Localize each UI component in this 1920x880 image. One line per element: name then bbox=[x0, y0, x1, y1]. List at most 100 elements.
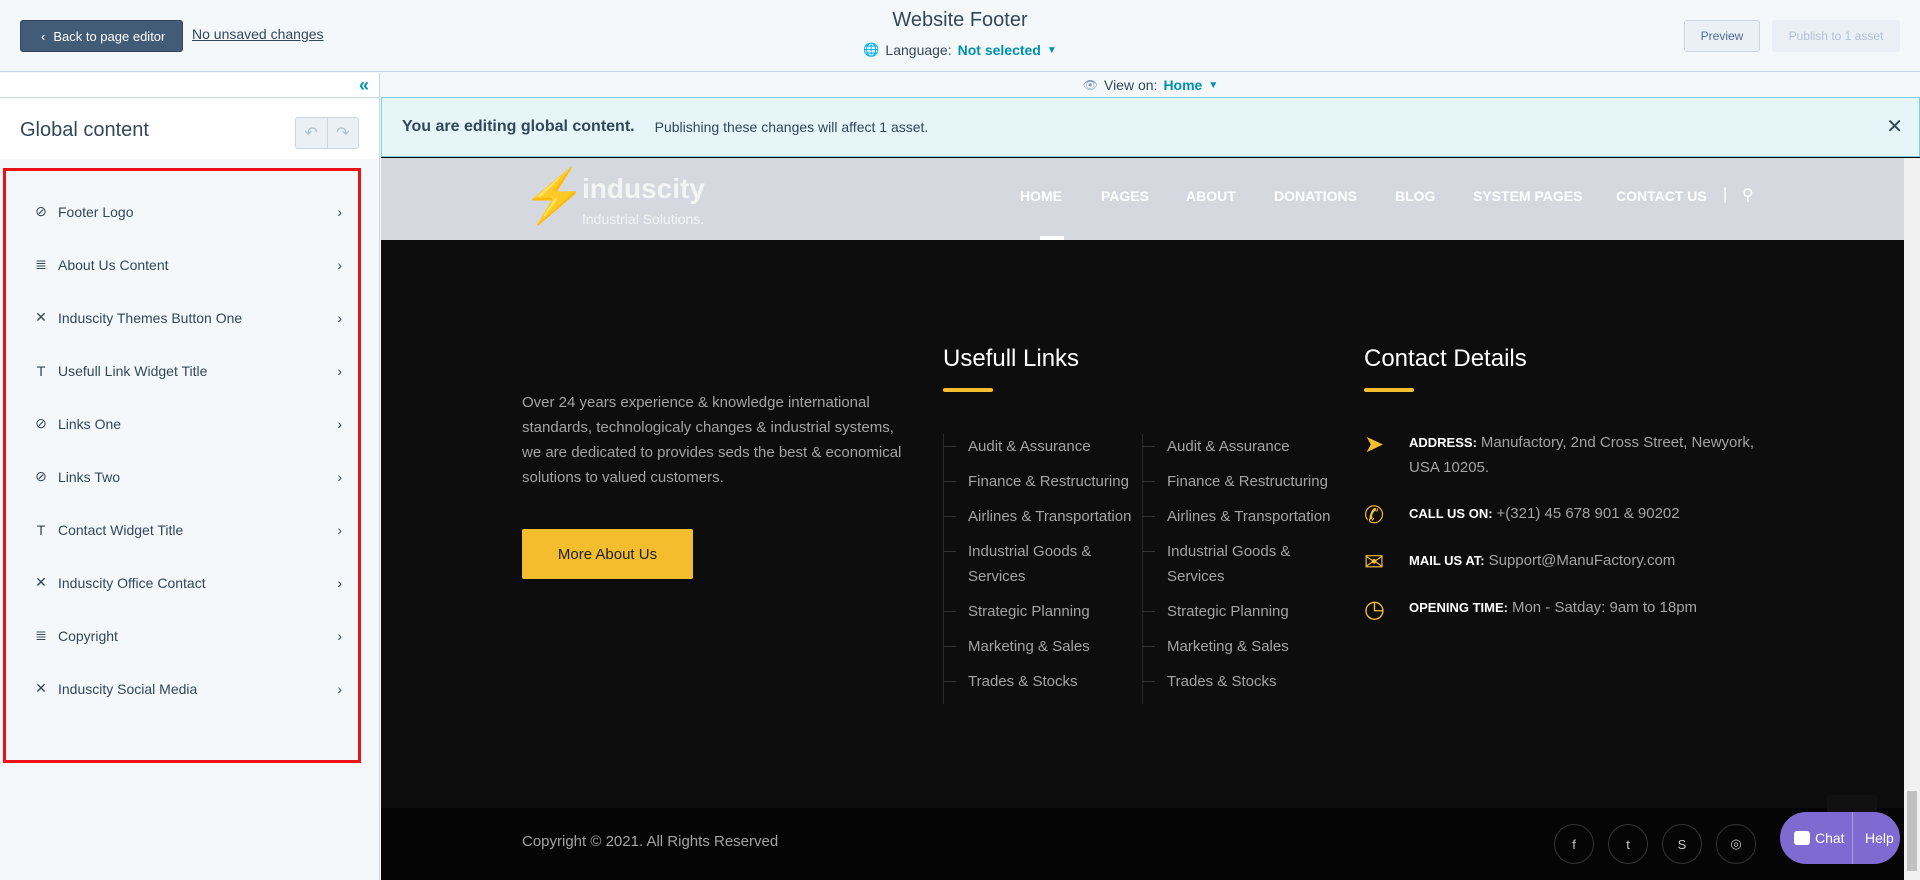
chat-button[interactable]: Chat bbox=[1780, 830, 1852, 846]
module-label: Links Two bbox=[58, 468, 120, 485]
nav-active-indicator bbox=[1040, 236, 1064, 240]
footer-link[interactable]: Trades & Stocks bbox=[1143, 669, 1342, 694]
module-induscity-social-media[interactable]: ✕ Induscity Social Media › bbox=[6, 662, 358, 715]
about-us-text: Over 24 years experience & knowledge int… bbox=[522, 394, 902, 486]
globe-icon: 🌐 bbox=[863, 42, 880, 57]
nav-about[interactable]: ABOUT bbox=[1186, 188, 1236, 204]
contact-label: MAIL US AT: bbox=[1409, 553, 1485, 568]
contact-label: OPENING TIME: bbox=[1409, 600, 1508, 615]
module-induscity-themes-button-one[interactable]: ✕ Induscity Themes Button One › bbox=[6, 291, 358, 344]
footer-link[interactable]: Industrial Goods & Services bbox=[1143, 539, 1342, 589]
module-about-us-content[interactable]: ≣ About Us Content › bbox=[6, 238, 358, 291]
caret-down-icon[interactable]: ▼ bbox=[1047, 45, 1057, 56]
nav-pages[interactable]: PAGES bbox=[1101, 188, 1149, 204]
instagram-icon[interactable]: ◎ bbox=[1716, 824, 1756, 864]
clock-icon: ◷ bbox=[1364, 596, 1385, 623]
footer-link[interactable]: Airlines & Transportation bbox=[1143, 504, 1342, 529]
nav-contact-us[interactable]: CONTACT US bbox=[1616, 188, 1707, 204]
chevron-right-icon: › bbox=[337, 680, 342, 697]
module-links-one[interactable]: ⊘ Links One › bbox=[6, 397, 358, 450]
search-icon[interactable]: ⚲ bbox=[1742, 185, 1754, 205]
footer-link[interactable]: Trades & Stocks bbox=[944, 669, 1133, 694]
preview-button[interactable]: Preview bbox=[1684, 20, 1760, 52]
module-list: ⊘ Footer Logo › ≣ About Us Content › ✕ I… bbox=[3, 168, 361, 763]
banner-title: You are editing global content. bbox=[402, 118, 635, 135]
site-logo-tagline: Industrial Solutions. bbox=[582, 211, 705, 227]
nav-donations[interactable]: DONATIONS bbox=[1274, 188, 1357, 204]
sidebar-title: Global content bbox=[20, 119, 149, 141]
footer-link[interactable]: Audit & Assurance bbox=[1143, 434, 1342, 459]
module-label: Induscity Office Contact bbox=[58, 574, 206, 591]
redo-icon[interactable]: ↷ bbox=[328, 118, 359, 148]
facebook-icon[interactable]: f bbox=[1554, 824, 1594, 864]
footer-link[interactable]: Finance & Restructuring bbox=[944, 469, 1133, 494]
language-selector: 🌐 Language: Not selected ▼ bbox=[0, 42, 1920, 58]
module-label: Usefull Link Widget Title bbox=[58, 362, 208, 379]
module-contact-widget-title[interactable]: T Contact Widget Title › bbox=[6, 503, 358, 556]
footer-link[interactable]: Strategic Planning bbox=[1143, 599, 1342, 624]
custom-module-icon: ✕ bbox=[35, 680, 47, 696]
site-footer: Over 24 years experience & knowledge int… bbox=[381, 248, 1904, 808]
module-label: Contact Widget Title bbox=[58, 521, 184, 538]
skype-icon[interactable]: S bbox=[1662, 824, 1702, 864]
contact-value: Mon - Satday: 9am to 18pm bbox=[1511, 599, 1698, 616]
publish-button[interactable]: Publish to 1 asset bbox=[1772, 20, 1900, 52]
more-about-us-button[interactable]: More About Us bbox=[522, 529, 693, 579]
contact-label: CALL US ON: bbox=[1409, 506, 1493, 521]
links-two-list: Audit & Assurance Finance & Restructurin… bbox=[1142, 434, 1342, 704]
chat-bubble-icon bbox=[1794, 831, 1810, 845]
module-usefull-link-widget-title[interactable]: T Usefull Link Widget Title › bbox=[6, 344, 358, 397]
chat-help-widget[interactable]: Chat Help bbox=[1780, 812, 1900, 864]
chevron-right-icon: › bbox=[337, 309, 342, 326]
chevron-right-icon: › bbox=[337, 627, 342, 644]
twitter-icon[interactable]: t bbox=[1608, 824, 1648, 864]
global-content-sidebar: « Global content ↶ ↷ ⊘ Footer Logo › ≣ A… bbox=[0, 73, 380, 880]
footer-link[interactable]: Audit & Assurance bbox=[944, 434, 1133, 459]
chevron-right-icon: › bbox=[337, 521, 342, 538]
text-icon: T bbox=[36, 521, 46, 538]
contact-value[interactable]: Support@ManuFactory.com bbox=[1489, 552, 1676, 569]
footer-link[interactable]: Marketing & Sales bbox=[1143, 634, 1342, 659]
language-dropdown[interactable]: Not selected bbox=[958, 42, 1041, 58]
custom-module-icon: ✕ bbox=[35, 574, 47, 590]
compass-icon: ⊘ bbox=[35, 415, 47, 431]
module-label: Induscity Themes Button One bbox=[58, 309, 243, 326]
help-button[interactable]: Help bbox=[1852, 812, 1894, 864]
undo-redo-group: ↶ ↷ bbox=[295, 117, 359, 149]
module-label: Links One bbox=[58, 415, 122, 432]
caret-down-icon[interactable]: ▼ bbox=[1208, 80, 1218, 91]
module-footer-logo[interactable]: ⊘ Footer Logo › bbox=[6, 185, 358, 238]
view-on-bar: 👁 View on: Home ▼ bbox=[381, 73, 1920, 97]
usefull-links-title: Usefull Links bbox=[943, 345, 1080, 372]
footer-link[interactable]: Strategic Planning bbox=[944, 599, 1133, 624]
text-icon: T bbox=[36, 362, 46, 379]
footer-link[interactable]: Marketing & Sales bbox=[944, 634, 1133, 659]
footer-link[interactable]: Airlines & Transportation bbox=[944, 504, 1133, 529]
footer-link[interactable]: Industrial Goods & Services bbox=[944, 539, 1133, 589]
module-label: Copyright bbox=[58, 627, 118, 644]
chevron-right-icon: › bbox=[337, 574, 342, 591]
contact-label: ADDRESS: bbox=[1409, 435, 1477, 450]
contact-value: +(321) 45 678 901 & 90202 bbox=[1496, 505, 1680, 522]
preview-scrollbar[interactable] bbox=[1904, 158, 1920, 880]
view-on-dropdown[interactable]: Home bbox=[1163, 77, 1202, 93]
nav-system-pages[interactable]: SYSTEM PAGES bbox=[1473, 188, 1582, 204]
close-icon[interactable]: ✕ bbox=[1886, 114, 1903, 139]
editor-topbar: ‹ Back to page editor No unsaved changes… bbox=[0, 0, 1920, 72]
logo-icon: ⊘ bbox=[35, 203, 47, 219]
footer-bottom-bar: Copyright © 2021. All Rights Reserved f … bbox=[381, 808, 1904, 880]
module-label: About Us Content bbox=[58, 256, 169, 273]
nav-blog[interactable]: BLOG bbox=[1395, 188, 1435, 204]
module-links-two[interactable]: ⊘ Links Two › bbox=[6, 450, 358, 503]
undo-icon[interactable]: ↶ bbox=[296, 118, 328, 148]
module-copyright[interactable]: ≣ Copyright › bbox=[6, 609, 358, 662]
footer-link[interactable]: Finance & Restructuring bbox=[1143, 469, 1342, 494]
mail-icon: ✉ bbox=[1364, 549, 1385, 576]
module-induscity-office-contact[interactable]: ✕ Induscity Office Contact › bbox=[6, 556, 358, 609]
chevron-right-icon: › bbox=[337, 415, 342, 432]
scrollbar-thumb[interactable] bbox=[1907, 791, 1917, 871]
chevron-right-icon: › bbox=[337, 203, 342, 220]
compass-icon: ⊘ bbox=[35, 468, 47, 484]
nav-home[interactable]: HOME bbox=[1020, 188, 1062, 204]
collapse-sidebar-icon[interactable]: « bbox=[359, 75, 369, 96]
